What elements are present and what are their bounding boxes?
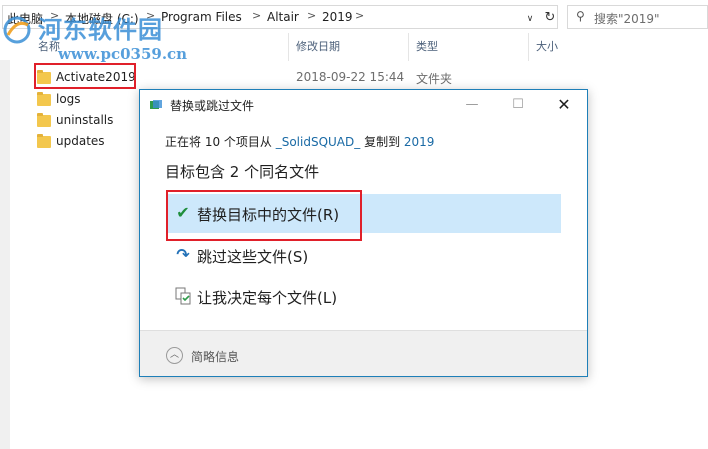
column-divider[interactable]: [528, 33, 529, 61]
skip-files-option[interactable]: ↷ 跳过这些文件(S): [167, 236, 561, 275]
conflict-heading: 目标包含 2 个同名文件: [165, 163, 320, 181]
destination-folder-link[interactable]: 2019: [404, 135, 435, 149]
skip-arrow-icon: ↷: [176, 245, 190, 264]
minimize-button[interactable]: —: [449, 90, 495, 120]
column-divider[interactable]: [408, 33, 409, 61]
column-divider[interactable]: [288, 33, 289, 61]
file-modified: 2018-09-22 15:44: [296, 70, 405, 84]
breadcrumb-separator[interactable]: >: [252, 9, 261, 22]
refresh-icon[interactable]: ↻: [541, 9, 559, 27]
fewer-details-link[interactable]: 简略信息: [191, 348, 239, 365]
copy-progress-icon: [150, 100, 162, 109]
dialog-title: 替换或跳过文件: [170, 99, 255, 113]
copy-status-middle: 复制到: [360, 135, 404, 149]
file-name: uninstalls: [56, 113, 114, 127]
file-name: logs: [56, 92, 81, 106]
search-placeholder: 搜索"2019": [594, 12, 660, 26]
folder-icon: [37, 134, 51, 148]
column-header-type[interactable]: 类型: [416, 33, 438, 61]
annotation-highlight-box: [166, 190, 362, 241]
file-type: 文件夹: [416, 72, 453, 86]
decide-each-file-option[interactable]: 让我决定每个文件(L): [167, 277, 561, 316]
dialog-footer: ︿ 简略信息: [140, 330, 587, 376]
source-folder-link[interactable]: _SolidSQUAD_: [276, 135, 361, 149]
watermark-title: 河东软件园: [38, 15, 163, 44]
column-header-modified[interactable]: 修改日期: [296, 33, 340, 61]
file-name: updates: [56, 134, 105, 148]
compare-files-icon: [175, 287, 191, 305]
search-icon: ⚲: [576, 9, 585, 23]
column-header-size[interactable]: 大小: [536, 33, 558, 61]
skip-files-label: 跳过这些文件(S): [197, 248, 309, 266]
address-dropdown-icon[interactable]: ∨: [523, 11, 537, 27]
breadcrumb-separator[interactable]: >: [307, 9, 316, 22]
maximize-button[interactable]: ☐: [495, 90, 541, 120]
dialog-titlebar[interactable]: 替换或跳过文件 — ☐ ✕: [140, 90, 587, 120]
close-button[interactable]: ✕: [541, 90, 587, 120]
watermark-url: www.pc0359.cn: [58, 45, 188, 63]
breadcrumb-separator[interactable]: >: [355, 9, 364, 22]
breadcrumb-program-files[interactable]: Program Files: [161, 10, 242, 24]
breadcrumb-2019[interactable]: 2019: [322, 10, 353, 24]
decide-each-file-label: 让我决定每个文件(L): [197, 289, 338, 307]
annotation-highlight-box: [34, 63, 136, 89]
chevron-up-icon[interactable]: ︿: [166, 347, 183, 364]
breadcrumb-altair[interactable]: Altair: [267, 10, 299, 24]
navigation-pane-edge: [0, 60, 10, 449]
copy-status-prefix: 正在将 10 个项目从: [165, 135, 276, 149]
folder-icon: [37, 113, 51, 127]
folder-icon: [37, 92, 51, 106]
copy-status-text: 正在将 10 个项目从 _SolidSQUAD_ 复制到 2019: [165, 133, 434, 150]
watermark-logo-icon: [3, 16, 31, 44]
search-input[interactable]: ⚲ 搜索"2019": [567, 5, 708, 29]
